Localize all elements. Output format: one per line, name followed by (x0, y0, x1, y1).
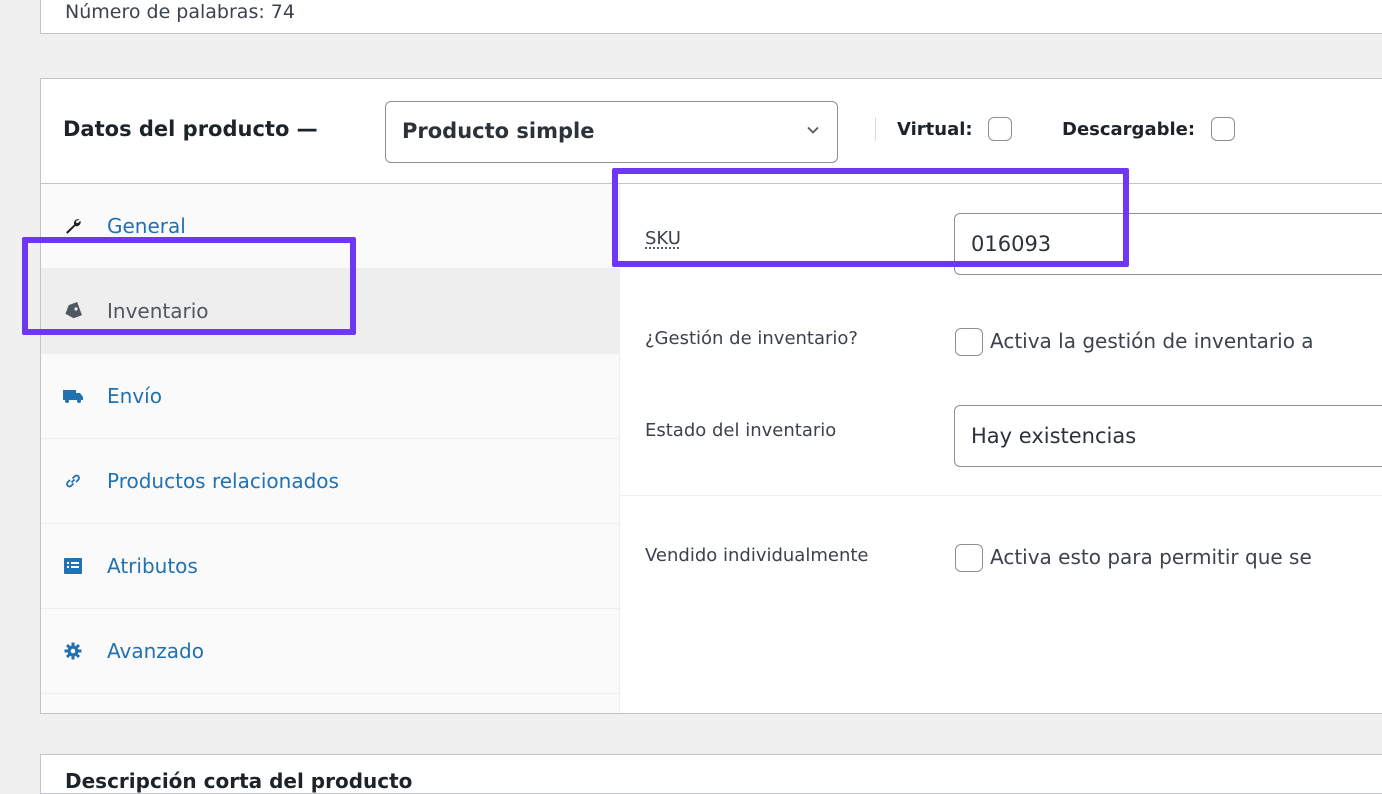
stock-status-label: Estado del inventario (645, 420, 837, 441)
highlight-inventory-tab (22, 237, 356, 335)
tab-general-label: General (107, 214, 186, 238)
tab-shipping-label: Envío (107, 384, 162, 408)
tab-attributes[interactable]: Atributos (41, 524, 619, 609)
divider (875, 117, 876, 141)
manage-stock-description: Activa la gestión de inventario a (990, 329, 1314, 353)
product-type-value: Producto simple (402, 119, 595, 143)
downloadable-label: Descargable: (1062, 119, 1196, 140)
link-icon (63, 471, 83, 491)
manage-stock-checkbox[interactable] (955, 328, 983, 356)
tab-advanced-label: Avanzado (107, 639, 204, 663)
section-divider (620, 495, 1382, 496)
stock-status-value: Hay existencias (971, 424, 1137, 448)
truck-icon (63, 386, 83, 406)
sold-individually-label: Vendido individualmente (645, 545, 869, 566)
manage-stock-label: ¿Gestión de inventario? (645, 328, 858, 349)
sold-individually-checkbox[interactable] (955, 544, 983, 572)
highlight-sku-field (612, 168, 1129, 267)
virtual-checkbox[interactable] (988, 117, 1012, 141)
sold-individually-description: Activa esto para permitir que se (990, 545, 1312, 569)
word-count: Número de palabras: 74 (65, 1, 295, 23)
tab-linked-products[interactable]: Productos relacionados (41, 439, 619, 524)
virtual-label: Virtual: (897, 119, 973, 140)
tab-advanced[interactable]: Avanzado (41, 609, 619, 694)
panel-title: Datos del producto — (63, 117, 318, 141)
downloadable-checkbox[interactable] (1211, 117, 1235, 141)
tab-linked-products-label: Productos relacionados (107, 469, 339, 493)
tab-shipping[interactable]: Envío (41, 354, 619, 439)
short-description-box: Descripción corta del producto (40, 754, 1382, 794)
stock-status-select[interactable]: Hay existencias (954, 405, 1382, 467)
wrench-icon (63, 216, 83, 236)
short-description-title: Descripción corta del producto (65, 769, 413, 793)
product-type-select[interactable]: Producto simple (385, 101, 838, 163)
gear-icon (63, 641, 83, 661)
chevron-down-icon (807, 126, 819, 134)
word-count-box: Número de palabras: 74 (40, 0, 1382, 34)
tab-attributes-label: Atributos (107, 554, 198, 578)
list-icon (63, 556, 83, 576)
